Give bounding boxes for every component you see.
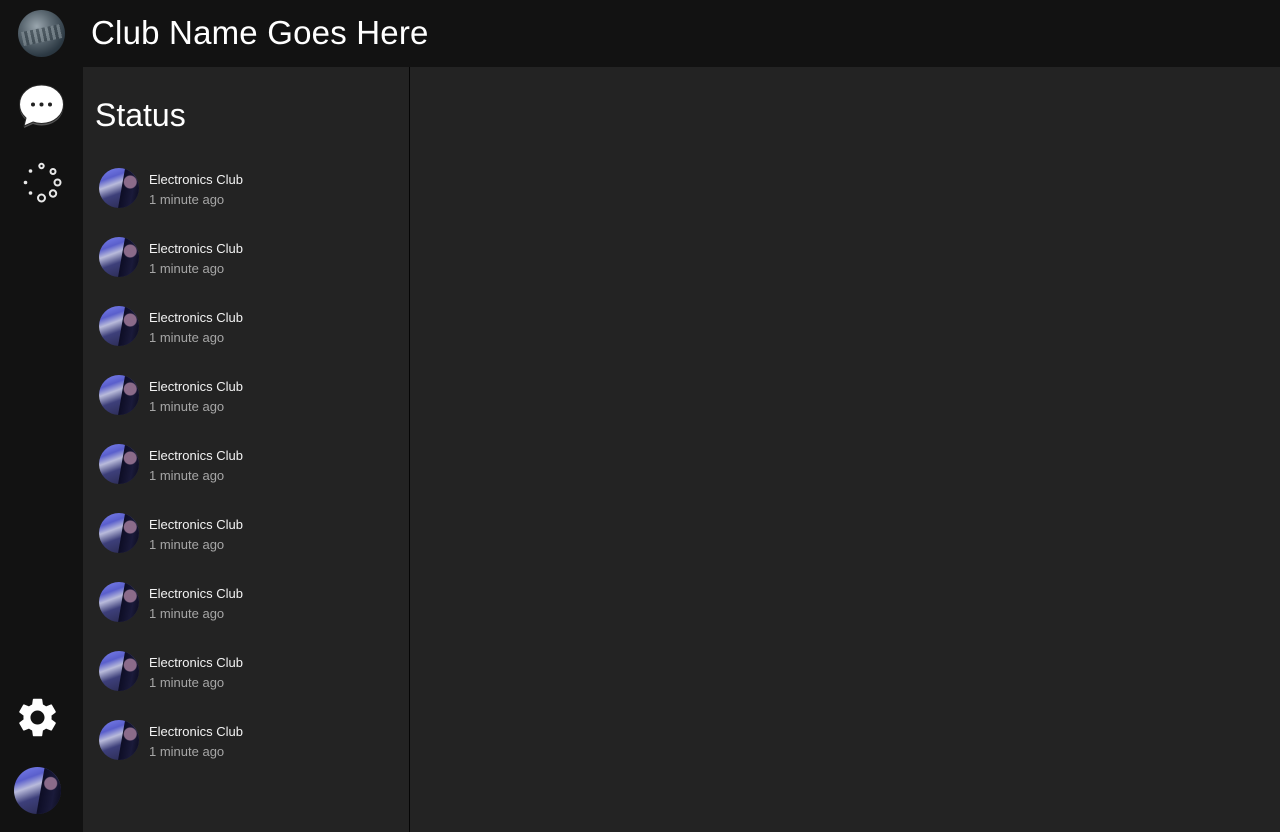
status-avatar [99,582,139,622]
status-avatar [99,375,139,415]
chat-button[interactable] [18,84,65,131]
status-name: Electronics Club [149,724,243,739]
status-time: 1 minute ago [149,468,225,483]
status-name: Electronics Club [149,517,243,532]
club-avatar[interactable] [18,10,65,57]
left-rail [0,67,83,832]
main-content-area [411,67,1280,832]
status-name: Electronics Club [149,310,243,325]
status-avatar [99,237,139,277]
gear-icon [19,698,56,737]
status-item[interactable]: Electronics Club 1 minute ago [83,234,410,303]
status-heading: Status [95,97,186,133]
status-item[interactable]: Electronics Club 1 minute ago [83,165,410,234]
status-avatar [99,720,139,760]
status-button[interactable] [18,159,65,206]
status-name: Electronics Club [149,655,243,670]
status-time: 1 minute ago [149,537,225,552]
status-time: 1 minute ago [149,192,225,207]
status-name: Electronics Club [149,586,243,601]
status-item[interactable]: Electronics Club 1 minute ago [83,441,410,510]
status-time: 1 minute ago [149,399,225,414]
status-avatar [99,513,139,553]
status-item[interactable]: Electronics Club 1 minute ago [83,648,410,717]
status-time: 1 minute ago [149,744,225,759]
status-name: Electronics Club [149,241,243,256]
top-bar: Club Name Goes Here [0,0,1280,67]
status-item[interactable]: Electronics Club 1 minute ago [83,510,410,579]
status-item[interactable]: Electronics Club 1 minute ago [83,303,410,372]
status-item[interactable]: Electronics Club 1 minute ago [83,372,410,441]
settings-button[interactable] [14,694,61,741]
chat-bubble-icon [18,84,65,128]
status-panel: Status Electronics Club 1 minute ago Ele… [83,67,410,832]
status-time: 1 minute ago [149,261,225,276]
status-name: Electronics Club [149,172,243,187]
status-name: Electronics Club [149,379,243,394]
status-dots-icon [23,162,62,203]
profile-photo [14,767,61,814]
status-time: 1 minute ago [149,330,225,345]
status-item[interactable]: Electronics Club 1 minute ago [83,717,410,786]
status-avatar [99,306,139,346]
status-name: Electronics Club [149,448,243,463]
status-list: Electronics Club 1 minute ago Electronic… [83,165,410,786]
status-avatar [99,168,139,208]
status-item[interactable]: Electronics Club 1 minute ago [83,579,410,648]
status-time: 1 minute ago [149,675,225,690]
profile-avatar[interactable] [14,767,61,814]
status-time: 1 minute ago [149,606,225,621]
status-avatar [99,444,139,484]
status-avatar [99,651,139,691]
app-root: Club Name Goes Here Status Electronics C… [0,0,1280,832]
club-title: Club Name Goes Here [91,14,429,51]
